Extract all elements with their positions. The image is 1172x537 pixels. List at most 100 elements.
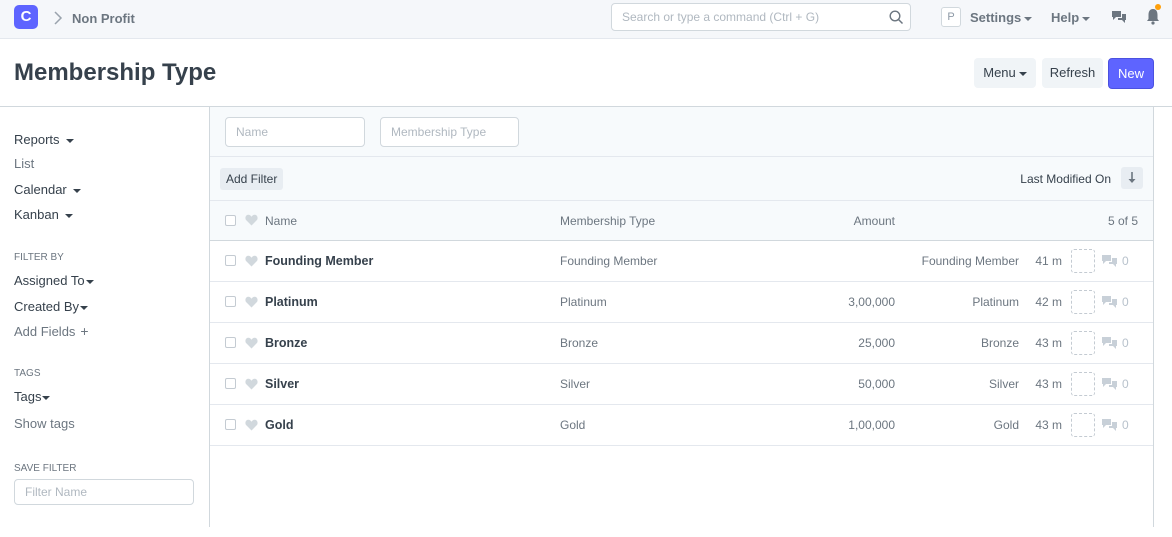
row-title: Platinum — [972, 295, 1019, 309]
sidebar-assigned-to[interactable]: Assigned To — [14, 273, 94, 288]
row-amount: 25,000 — [858, 336, 895, 350]
menu-button[interactable]: Menu — [974, 58, 1036, 88]
select-all-checkbox[interactable] — [225, 215, 236, 226]
row-name-link[interactable]: Bronze — [265, 323, 307, 363]
app-logo[interactable]: C — [14, 5, 38, 29]
row-membership-type: Platinum — [560, 295, 607, 309]
sidebar-calendar[interactable]: Calendar — [14, 182, 81, 197]
sort-order-button[interactable] — [1121, 167, 1143, 189]
row-title: Founding Member — [921, 254, 1019, 268]
comment-icon[interactable] — [1102, 336, 1118, 352]
list-row[interactable]: Founding Member Founding Member Founding… — [210, 241, 1153, 282]
row-amount: 1,00,000 — [848, 418, 895, 432]
sidebar-created-by[interactable]: Created By — [14, 299, 89, 314]
filter-toolbar: Add Filter Last Modified On — [210, 157, 1153, 201]
sidebar: Reports List Calendar Kanban FILTER BY A… — [0, 107, 210, 527]
comment-count: 0 — [1122, 295, 1129, 309]
bell-icon[interactable] — [1146, 8, 1160, 30]
filter-by-heading: FILTER BY — [14, 252, 64, 263]
standard-filters — [210, 107, 1153, 157]
tags-heading: TAGS — [14, 368, 41, 379]
show-tags-link[interactable]: Show tags — [14, 416, 75, 431]
list-row[interactable]: Gold Gold 1,00,000 Gold 43 m 0 — [210, 405, 1153, 446]
caret-down-icon — [64, 213, 73, 218]
name-filter-input[interactable] — [226, 118, 364, 146]
row-name-link[interactable]: Gold — [265, 405, 293, 445]
row-modified: 43 m — [1035, 336, 1062, 350]
new-button[interactable]: New — [1108, 58, 1154, 89]
heart-icon[interactable] — [245, 419, 258, 434]
comment-icon[interactable] — [1102, 254, 1118, 270]
row-checkbox[interactable] — [225, 378, 236, 389]
heart-icon[interactable] — [245, 214, 258, 229]
refresh-button[interactable]: Refresh — [1042, 58, 1103, 88]
heart-icon[interactable] — [245, 255, 258, 270]
caret-down-icon — [65, 138, 74, 143]
row-modified: 43 m — [1035, 418, 1062, 432]
navbar: C Non Profit P Settings Help — [0, 0, 1172, 39]
add-filter-button[interactable]: Add Filter — [220, 168, 284, 190]
search-input[interactable] — [612, 4, 882, 30]
assignee-avatar[interactable] — [1071, 290, 1095, 314]
sidebar-reports-label: Reports — [14, 132, 60, 147]
column-header-membership-type[interactable]: Membership Type — [560, 201, 655, 241]
notification-dot — [1155, 4, 1161, 10]
sort-by-selector[interactable]: Last Modified On — [1020, 172, 1111, 186]
row-checkbox[interactable] — [225, 255, 236, 266]
filter-name-field — [14, 479, 194, 505]
list-row[interactable]: Silver Silver 50,000 Silver 43 m 0 — [210, 364, 1153, 405]
sidebar-kanban-label: Kanban — [14, 207, 59, 222]
filter-name-input[interactable] — [15, 480, 193, 504]
chat-icon[interactable] — [1111, 9, 1127, 30]
column-header-name[interactable]: Name — [265, 201, 297, 241]
row-checkbox[interactable] — [225, 337, 236, 348]
row-name-link[interactable]: Silver — [265, 364, 299, 404]
heart-icon[interactable] — [245, 337, 258, 352]
heart-icon[interactable] — [245, 378, 258, 393]
page-title: Membership Type — [14, 59, 217, 86]
list-row[interactable]: Bronze Bronze 25,000 Bronze 43 m 0 — [210, 323, 1153, 364]
comment-icon[interactable] — [1102, 418, 1118, 434]
list-row[interactable]: Platinum Platinum 3,00,000 Platinum 42 m… — [210, 282, 1153, 323]
user-avatar[interactable]: P — [941, 7, 961, 27]
search-icon[interactable] — [889, 10, 904, 30]
sidebar-kanban[interactable]: Kanban — [14, 207, 73, 222]
comment-count: 0 — [1122, 377, 1129, 391]
row-name-link[interactable]: Founding Member — [265, 241, 373, 281]
row-amount: 50,000 — [858, 377, 895, 391]
list-header: Name Membership Type Amount 5 of 5 — [210, 201, 1153, 241]
comment-icon[interactable] — [1102, 377, 1118, 393]
assignee-avatar[interactable] — [1071, 413, 1095, 437]
sidebar-list[interactable]: List — [14, 156, 34, 171]
column-header-amount[interactable]: Amount — [854, 201, 895, 241]
sidebar-tags[interactable]: Tags — [14, 389, 51, 404]
sidebar-reports[interactable]: Reports — [14, 132, 74, 147]
settings-menu[interactable]: Settings — [970, 10, 1033, 25]
created-by-label: Created By — [14, 299, 80, 314]
comment-count: 0 — [1122, 418, 1129, 432]
heart-icon[interactable] — [245, 296, 258, 311]
caret-down-icon — [80, 305, 89, 310]
caret-down-icon — [1018, 71, 1027, 76]
assignee-avatar[interactable] — [1071, 249, 1095, 273]
assignee-avatar[interactable] — [1071, 372, 1095, 396]
breadcrumb[interactable]: Non Profit — [72, 11, 135, 26]
assignee-avatar[interactable] — [1071, 331, 1095, 355]
help-label: Help — [1051, 10, 1080, 25]
name-filter — [225, 117, 365, 147]
help-menu[interactable]: Help — [1051, 10, 1091, 25]
comment-count: 0 — [1122, 254, 1129, 268]
row-amount: 3,00,000 — [848, 295, 895, 309]
row-checkbox[interactable] — [225, 419, 236, 430]
list-panel: Add Filter Last Modified On Name Members… — [209, 107, 1154, 527]
row-membership-type: Gold — [560, 418, 586, 432]
add-fields-link[interactable]: Add Fields + — [14, 323, 89, 339]
search-bar — [611, 3, 911, 31]
row-name-link[interactable]: Platinum — [265, 282, 318, 322]
comment-icon[interactable] — [1102, 295, 1118, 311]
row-checkbox[interactable] — [225, 296, 236, 307]
row-title: Bronze — [980, 336, 1019, 350]
membership-type-filter-input[interactable] — [381, 118, 518, 146]
row-modified: 41 m — [1035, 254, 1062, 268]
caret-down-icon — [72, 188, 81, 193]
